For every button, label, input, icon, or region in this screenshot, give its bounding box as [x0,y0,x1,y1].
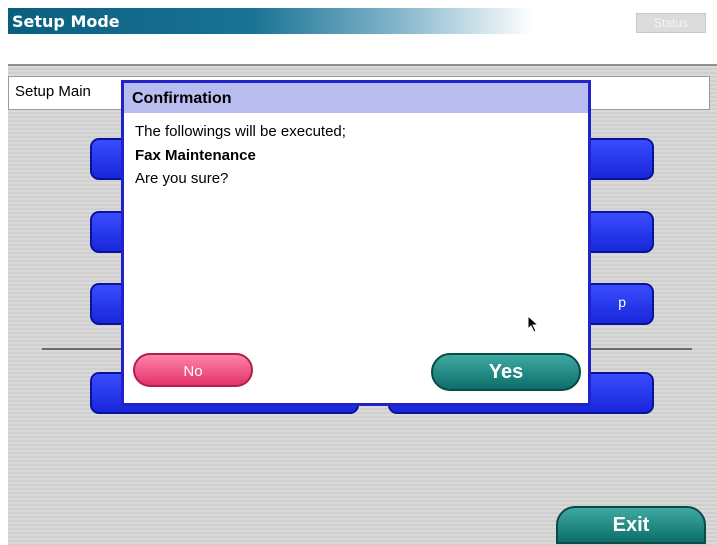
yes-button[interactable]: Yes [431,353,581,391]
exit-button[interactable]: Exit [556,506,706,544]
confirmation-dialog: Confirmation The followings will be exec… [121,80,591,406]
title-bar: Setup Mode Status [8,8,708,34]
mouse-cursor-icon [527,315,540,333]
dialog-operation-name: Fax Maintenance [135,147,256,164]
window-title: Setup Mode [12,12,120,31]
dialog-header: Confirmation [124,83,588,113]
menu-button-right-3-label: p [618,294,626,310]
breadcrumb-label: Setup Main [15,83,91,100]
dialog-title: Confirmation [132,90,232,107]
dialog-message: The followings will be executed; [135,123,346,140]
dialog-question: Are you sure? [135,170,229,187]
no-button[interactable]: No [133,353,253,387]
status-button[interactable]: Status [636,13,706,33]
